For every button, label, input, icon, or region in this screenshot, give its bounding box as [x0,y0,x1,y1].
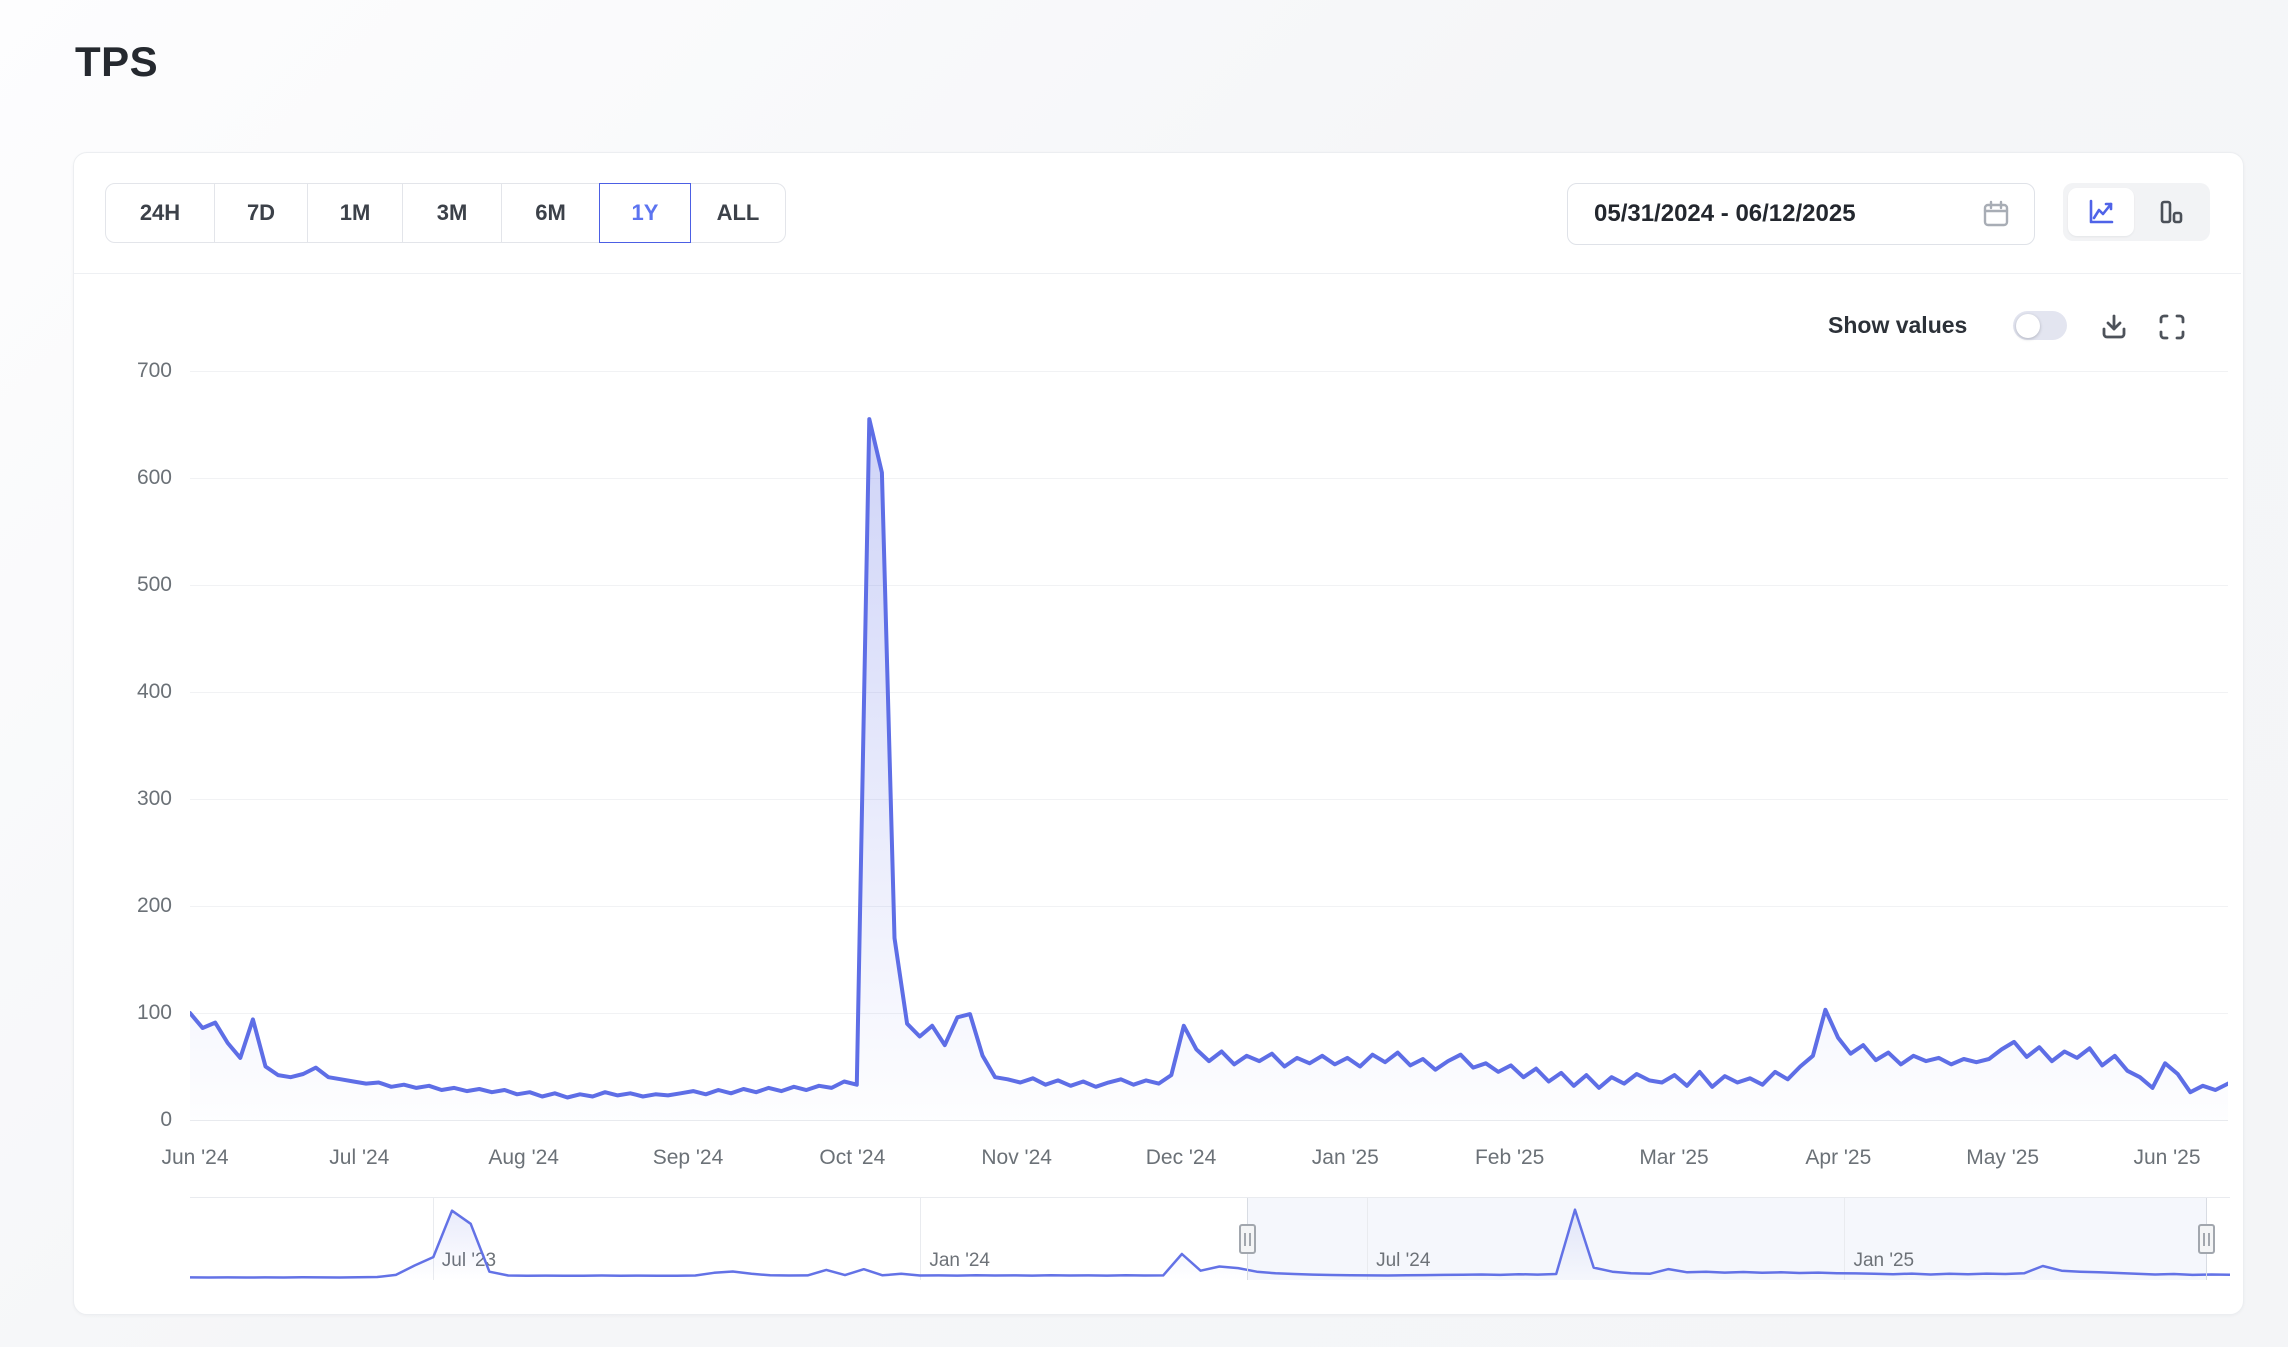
navigator-mini-chart[interactable] [190,1198,2230,1280]
y-tick-label: 100 [62,1001,172,1025]
show-values-label: Show values [1828,312,1967,339]
toggle-knob [2016,314,2040,338]
x-tick-label: Oct '24 [819,1146,885,1170]
range-button-3m[interactable]: 3M [402,183,502,243]
line-chart-icon [2086,197,2116,227]
x-tick-label: Aug '24 [488,1146,559,1170]
y-tick-label: 600 [62,466,172,490]
x-tick-label: Dec '24 [1146,1146,1217,1170]
x-tick-label: Jul '24 [329,1146,389,1170]
y-tick-label: 500 [62,573,172,597]
x-tick-label: Nov '24 [981,1146,1052,1170]
chart-type-toggle [2063,183,2210,241]
range-button-7d[interactable]: 7D [214,183,308,243]
y-tick-label: 400 [62,680,172,704]
toolbar-divider [74,273,2241,274]
x-tick-label: May '25 [1966,1146,2039,1170]
y-tick-label: 700 [62,359,172,383]
x-tick-label: Mar '25 [1639,1146,1708,1170]
x-tick-label: Feb '25 [1475,1146,1544,1170]
calendar-icon [1980,198,2012,230]
y-tick-label: 200 [62,894,172,918]
navigator-line [190,1210,2230,1278]
range-button-1m[interactable]: 1M [307,183,403,243]
y-tick-label: 300 [62,787,172,811]
tps-area-chart[interactable] [190,350,2228,1120]
x-tick-label: Jun '25 [2133,1146,2200,1170]
navigator-right-handle[interactable] [2198,1224,2215,1254]
x-tick-label: Jun '24 [161,1146,228,1170]
y-tick-label: 0 [62,1108,172,1132]
series-line [190,419,2228,1097]
gridline-0 [190,1120,2228,1121]
series-area-fill [190,419,2228,1120]
download-button[interactable] [2097,310,2131,344]
range-button-all[interactable]: ALL [690,183,786,243]
time-range-selector: 24H 7D 1M 3M 6M 1Y ALL [105,183,786,243]
bar-chart-icon [2156,197,2186,227]
range-button-1y[interactable]: 1Y [599,183,691,243]
navigator-left-handle[interactable] [1239,1224,1256,1254]
x-tick-label: Apr '25 [1805,1146,1871,1170]
fullscreen-button[interactable] [2155,310,2189,344]
line-chart-type-button[interactable] [2068,188,2134,236]
page-title: TPS [75,38,158,86]
show-values-toggle[interactable] [2013,311,2067,340]
date-range-picker[interactable]: 05/31/2024 - 06/12/2025 [1567,183,2035,245]
x-tick-label: Jan '25 [1312,1146,1379,1170]
range-button-6m[interactable]: 6M [501,183,600,243]
date-range-value: 05/31/2024 - 06/12/2025 [1594,200,1856,228]
fullscreen-icon [2156,311,2188,343]
x-tick-label: Sep '24 [653,1146,724,1170]
range-button-24h[interactable]: 24H [105,183,215,243]
bar-chart-type-button[interactable] [2134,183,2207,241]
download-icon [2098,311,2130,343]
